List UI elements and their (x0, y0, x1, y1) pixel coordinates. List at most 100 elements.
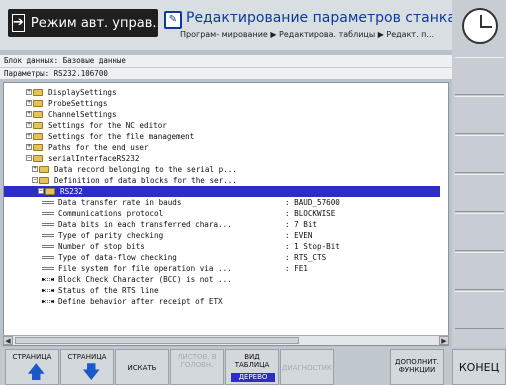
tree-label: Number of stop bits (58, 242, 145, 251)
tree-label: RS232 (60, 187, 83, 196)
parameter-row[interactable]: File system for file operation via ... : … (4, 263, 440, 274)
vertical-softkey-7[interactable] (455, 291, 504, 329)
folder-icon (45, 188, 55, 195)
expand-icon[interactable]: + (26, 111, 32, 117)
expand-icon[interactable]: + (26, 144, 32, 150)
scroll-right-icon[interactable]: ▶ (439, 336, 449, 345)
tree-node[interactable]: + Data record belonging to the serial p..… (4, 164, 440, 175)
parameter-value[interactable]: : BAUD_57600 (285, 197, 340, 208)
search-label: ИСКАТЬ (127, 364, 157, 372)
extra-label-2: ФУНКЦИИ (398, 366, 436, 374)
expand-icon[interactable]: + (26, 100, 32, 106)
view-active-mode: ДЕРЕВО (231, 373, 275, 382)
parameter-row[interactable]: Status of the RTS line (4, 285, 440, 296)
tree-label: Definition of data blocks for the ser... (54, 176, 237, 185)
folder-icon (33, 122, 43, 129)
vertical-softkey-3[interactable] (455, 135, 504, 173)
tree-label: Communications protocol (58, 209, 164, 218)
end-softkey[interactable]: КОНЕЦ (452, 349, 506, 385)
tree-label: Data record belonging to the serial p... (54, 165, 237, 174)
parameter-value[interactable]: : FE1 (285, 263, 308, 274)
parameter-icon (42, 256, 54, 259)
extra-label-1: ДОПОЛНИТ. (394, 358, 440, 366)
parameter-icon (42, 223, 54, 226)
page-up-label: СТРАНИЦА (12, 353, 52, 361)
parameter-row[interactable]: Data transfer rate in bauds : BAUD_57600 (4, 197, 440, 208)
tree-label: ProbeSettings (48, 99, 108, 108)
tree-label: Paths for the end user (48, 143, 149, 152)
parameter-row[interactable]: Data bits in each transferred chara...: … (4, 219, 440, 230)
parameter-info: Параметры: RS232.106700 (0, 67, 452, 79)
arrow-down-icon: 🡇 (82, 362, 101, 383)
page-up-softkey[interactable]: СТРАНИЦА 🡅 (5, 349, 59, 385)
tree-node[interactable]: + Settings for the NC editor (4, 120, 440, 131)
parameter-icon (42, 278, 54, 281)
programming-mode-tab[interactable]: ✎ Редактирование параметров станка Прогр… (162, 9, 456, 45)
vertical-softkey-5[interactable] (455, 213, 504, 251)
collapse-icon[interactable]: − (26, 155, 32, 161)
diagnostic-softkey: ДИАГНОСТИК (280, 349, 334, 385)
clock-icon (462, 8, 498, 44)
tree-label: Type of parity checking (58, 231, 164, 240)
data-block-info: Блок данных: Базовые данные (0, 55, 452, 67)
arrow-up-icon: 🡅 (27, 362, 46, 383)
parameter-value[interactable]: : 7 Bit (285, 219, 317, 230)
folder-icon (33, 111, 43, 118)
diagnostic-label: ДИАГНОСТИК (282, 364, 332, 372)
expand-icon[interactable]: + (26, 122, 32, 128)
sheets-label-1: ЛИСТОВ. В (177, 353, 217, 361)
expand-icon[interactable]: + (26, 133, 32, 139)
machine-mode-tab[interactable]: ➔ Режим авт. управ... (8, 9, 158, 37)
expand-icon[interactable]: + (26, 89, 32, 95)
folder-icon (33, 144, 43, 151)
extra-functions-softkey[interactable]: ДОПОЛНИТ. ФУНКЦИИ (390, 349, 444, 385)
tree-label: Data transfer rate in bauds (58, 198, 182, 207)
tree-label: File system for file operation via ... (58, 264, 232, 273)
parameter-value[interactable]: : 1 Stop-Bit (285, 241, 340, 252)
view-label-1: ВИД (244, 353, 260, 361)
breadcrumb: Програм- мирование ▶ Редактирова. таблиц… (180, 30, 435, 39)
folder-icon (39, 177, 49, 184)
programming-mode-title: Редактирование параметров станка (186, 10, 456, 26)
tree-node[interactable]: + ProbeSettings (4, 98, 440, 109)
parameter-row[interactable]: Define behavior after receipt of ETX (4, 296, 440, 307)
collapse-icon[interactable]: − (38, 188, 44, 194)
parameter-row[interactable]: Type of data-flow checking: RTS_CTS (4, 252, 440, 263)
tree-node[interactable]: − serialInterfaceRS232 (4, 153, 440, 164)
parameter-row[interactable]: Number of stop bits : 1 Stop-Bit (4, 241, 440, 252)
scroll-thumb[interactable] (15, 337, 299, 344)
parameter-row[interactable]: Type of parity checking : EVEN (4, 230, 440, 241)
tree-node[interactable]: − RS232 (4, 186, 440, 197)
expand-icon[interactable]: + (32, 166, 38, 172)
collapse-icon[interactable]: − (32, 177, 38, 183)
tree-node[interactable]: − Definition of data blocks for the ser..… (4, 175, 440, 186)
parameter-row[interactable]: Block Check Character (BCC) is not ... (4, 274, 440, 285)
page-down-softkey[interactable]: СТРАНИЦА 🡇 (60, 349, 114, 385)
scroll-left-icon[interactable]: ◀ (3, 336, 13, 345)
view-label-2: ТАБЛИЦА (234, 361, 270, 369)
parameter-row[interactable]: Communications protocol : BLOCKWISE (4, 208, 440, 219)
search-softkey[interactable]: ИСКАТЬ (115, 349, 169, 385)
parameter-icon (42, 300, 54, 303)
parameter-tree[interactable]: + DisplaySettings + ProbeSettings + ChannelSe… (3, 82, 449, 346)
page-down-label: СТРАНИЦА (67, 353, 107, 361)
parameter-icon (42, 234, 54, 237)
parameter-value[interactable]: : BLOCKWISE (285, 208, 335, 219)
parameter-value[interactable]: : EVEN (285, 230, 312, 241)
tree-label: Settings for the file management (48, 132, 195, 141)
vertical-softkey-1[interactable] (455, 57, 504, 95)
vertical-softkey-6[interactable] (455, 252, 504, 290)
folder-icon (33, 100, 43, 107)
horizontal-scrollbar[interactable]: ◀ ▶ (3, 335, 449, 345)
vertical-softkey-2[interactable] (455, 96, 504, 134)
parameter-value[interactable]: : RTS_CTS (285, 252, 326, 263)
view-softkey[interactable]: ВИД ТАБЛИЦА ДЕРЕВО (225, 349, 279, 385)
tree-node[interactable]: + DisplaySettings (4, 87, 440, 98)
tree-node[interactable]: + ChannelSettings (4, 109, 440, 120)
vertical-softkey-4[interactable] (455, 174, 504, 212)
tree-node[interactable]: + Settings for the file management (4, 131, 440, 142)
folder-icon (39, 166, 49, 173)
tree-node[interactable]: + Paths for the end user (4, 142, 440, 153)
folder-icon (33, 155, 43, 162)
tree-label: Block Check Character (BCC) is not ... (58, 275, 232, 284)
